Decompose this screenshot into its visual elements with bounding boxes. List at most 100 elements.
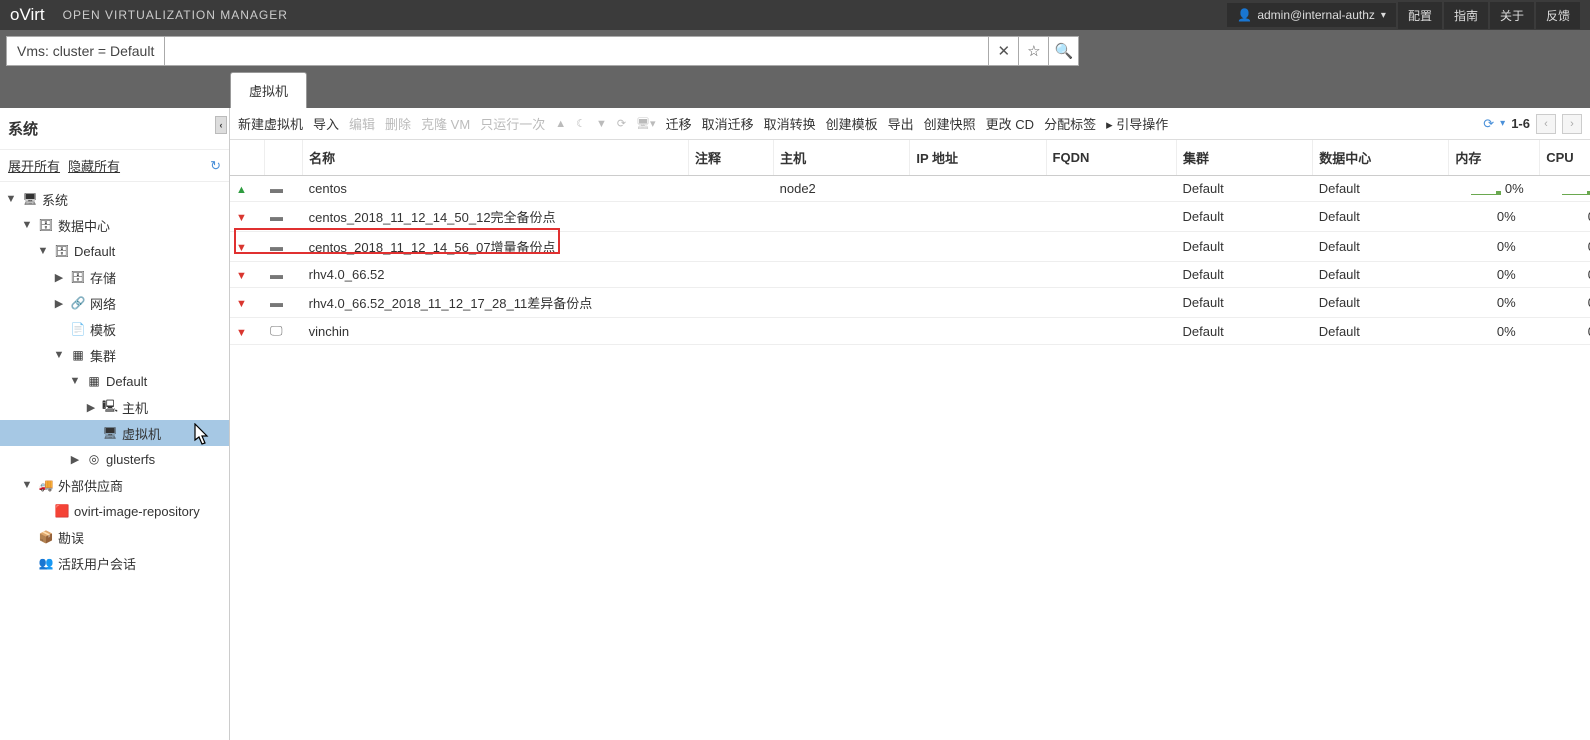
- toolbar-更改-CD[interactable]: 更改 CD: [986, 114, 1034, 133]
- toolbar-新建虚拟机[interactable]: 新建虚拟机: [238, 114, 303, 133]
- col-header-主机[interactable]: 主机: [774, 140, 910, 176]
- tree-node-集群[interactable]: ▼▦集群: [0, 342, 229, 368]
- col-header-内存[interactable]: 内存: [1449, 140, 1540, 176]
- search-chip[interactable]: Vms: cluster = Default: [6, 36, 165, 66]
- cell: rhv4.0_66.52_2018_11_12_17_28_11差异备份点: [303, 288, 689, 318]
- host-icon: 🖳: [102, 399, 118, 415]
- toolbar-迁移[interactable]: 迁移: [666, 114, 692, 133]
- tab-vms[interactable]: 虚拟机: [230, 72, 307, 108]
- toolbar--: ⟳: [617, 117, 626, 130]
- cell: ▲: [230, 176, 264, 202]
- sidebar: 系统 ‹ 展开所有 隐藏所有 ↻ ▼🖥系统▼🗄数据中心▼🗄Default▶🗄存储…: [0, 108, 230, 740]
- table-row[interactable]: ▼▬centos_2018_11_12_14_56_07增量备份点Default…: [230, 232, 1590, 262]
- cell: 🖵: [264, 318, 303, 345]
- search-row: Vms: cluster = Default ✕ ☆ 🔍: [0, 30, 1590, 72]
- toolbar-导出[interactable]: 导出: [888, 114, 914, 133]
- tree-node-外部供应商[interactable]: ▼🚚外部供应商: [0, 472, 229, 498]
- tree-node-数据中心[interactable]: ▼🗄数据中心: [0, 212, 229, 238]
- top-link-config[interactable]: 配置: [1398, 2, 1442, 29]
- sidebar-collapse-button[interactable]: ‹: [215, 116, 227, 134]
- col-header-status-0[interactable]: [230, 140, 264, 176]
- tree-node-glusterfs[interactable]: ▶◎glusterfs: [0, 446, 229, 472]
- toolbar--引导操作[interactable]: ▸ 引导操作: [1106, 114, 1168, 133]
- col-header-注释[interactable]: 注释: [689, 140, 774, 176]
- cell: ▬: [264, 202, 303, 232]
- tree-toggle-icon[interactable]: ▼: [52, 349, 66, 361]
- tree-node-模板[interactable]: ▶📄模板: [0, 316, 229, 342]
- vm-icon: ▬: [270, 209, 283, 224]
- col-header-名称[interactable]: 名称: [303, 140, 689, 176]
- table-row[interactable]: ▼🖵vinchinDefaultDefault0%0%0%None: [230, 318, 1590, 345]
- cell: [689, 176, 774, 202]
- col-header-集群[interactable]: 集群: [1177, 140, 1313, 176]
- tree-node-Default[interactable]: ▼▦Default: [0, 368, 229, 394]
- refresh-menu-icon[interactable]: ⟳: [1483, 116, 1494, 132]
- tree-node-存储[interactable]: ▶🗄存储: [0, 264, 229, 290]
- collapse-all-link[interactable]: 隐藏所有: [68, 156, 120, 175]
- tree-toggle-icon[interactable]: ▼: [20, 479, 34, 491]
- toolbar-取消转换[interactable]: 取消转换: [764, 114, 816, 133]
- user-menu-button[interactable]: 👤 admin@internal-authz ▾: [1227, 3, 1396, 27]
- datacenter-icon: 🗄: [38, 217, 54, 233]
- tree-node-虚拟机[interactable]: ▶🖥虚拟机: [0, 420, 229, 446]
- tree-toggle-icon[interactable]: ▼: [36, 245, 50, 257]
- tree-toggle-icon[interactable]: ▼: [4, 193, 18, 205]
- tree-toggle-icon[interactable]: ▼: [68, 375, 82, 387]
- cell: Default: [1177, 318, 1313, 345]
- refresh-dropdown-icon[interactable]: ▾: [1500, 118, 1505, 129]
- cell: ▬: [264, 232, 303, 262]
- cell: [689, 318, 774, 345]
- table-row[interactable]: ▲▬centosnode2DefaultDefault0%0%0%VNC: [230, 176, 1590, 202]
- toolbar-取消迁移[interactable]: 取消迁移: [702, 114, 754, 133]
- search-go-button[interactable]: 🔍: [1049, 36, 1079, 66]
- tree-node-网络[interactable]: ▶🔗网络: [0, 290, 229, 316]
- toolbar-导入[interactable]: 导入: [313, 114, 339, 133]
- col-header-数据中心[interactable]: 数据中心: [1313, 140, 1449, 176]
- table-row[interactable]: ▼▬rhv4.0_66.52_2018_11_12_17_28_11差异备份点D…: [230, 288, 1590, 318]
- tree-node-系统[interactable]: ▼🖥系统: [0, 186, 229, 212]
- cell: Default: [1177, 262, 1313, 288]
- tree-node-活跃用户会话[interactable]: ▶👥活跃用户会话: [0, 550, 229, 576]
- refresh-icon[interactable]: ↻: [210, 158, 221, 174]
- toolbar-分配标签[interactable]: 分配标签: [1044, 114, 1096, 133]
- tree-label: ovirt-image-repository: [74, 504, 200, 519]
- toolbar-创建模板[interactable]: 创建模板: [826, 114, 878, 133]
- cluster-icon: ▦: [70, 347, 86, 363]
- tree-node-ovirt-image-repository[interactable]: ▶🟥ovirt-image-repository: [0, 498, 229, 524]
- page-prev-button[interactable]: ‹: [1536, 114, 1556, 134]
- col-header-status-1[interactable]: [264, 140, 303, 176]
- table-row[interactable]: ▼▬rhv4.0_66.52DefaultDefault0%0%0%None: [230, 262, 1590, 288]
- expand-all-link[interactable]: 展开所有: [8, 156, 60, 175]
- search-input[interactable]: [165, 36, 989, 66]
- cell: [689, 232, 774, 262]
- top-link-feedback[interactable]: 反馈: [1536, 2, 1580, 29]
- cell: 0%: [1540, 202, 1590, 232]
- col-header-FQDN[interactable]: FQDN: [1046, 140, 1177, 176]
- page-indicator: 1-6: [1511, 116, 1530, 131]
- tree-toggle-icon[interactable]: ▶: [52, 271, 66, 284]
- tree-node-勘误[interactable]: ▶📦勘误: [0, 524, 229, 550]
- cell: [689, 288, 774, 318]
- search-bookmark-button[interactable]: ☆: [1019, 36, 1049, 66]
- search-icon: 🔍: [1054, 42, 1073, 60]
- top-link-about[interactable]: 关于: [1490, 2, 1534, 29]
- tree-node-Default[interactable]: ▼🗄Default: [0, 238, 229, 264]
- cell: 0%: [1540, 232, 1590, 262]
- cell: ▬: [264, 176, 303, 202]
- table-row[interactable]: ▼▬centos_2018_11_12_14_50_12完全备份点Default…: [230, 202, 1590, 232]
- dc-icon: 🗄: [54, 243, 70, 259]
- tree-toggle-icon[interactable]: ▶: [52, 297, 66, 310]
- top-link-guide[interactable]: 指南: [1444, 2, 1488, 29]
- toolbar-创建快照[interactable]: 创建快照: [924, 114, 976, 133]
- search-clear-button[interactable]: ✕: [989, 36, 1019, 66]
- tree-toggle-icon[interactable]: ▶: [68, 453, 82, 466]
- col-header-IP 地址[interactable]: IP 地址: [910, 140, 1046, 176]
- page-next-button[interactable]: ›: [1562, 114, 1582, 134]
- cell: Default: [1177, 176, 1313, 202]
- tree-toggle-icon[interactable]: ▶: [84, 401, 98, 414]
- clusteritem-icon: ▦: [86, 373, 102, 389]
- sparkline: [1562, 183, 1590, 195]
- col-header-CPU[interactable]: CPU: [1540, 140, 1590, 176]
- tree-toggle-icon[interactable]: ▼: [20, 219, 34, 231]
- tree-node-主机[interactable]: ▶🖳主机: [0, 394, 229, 420]
